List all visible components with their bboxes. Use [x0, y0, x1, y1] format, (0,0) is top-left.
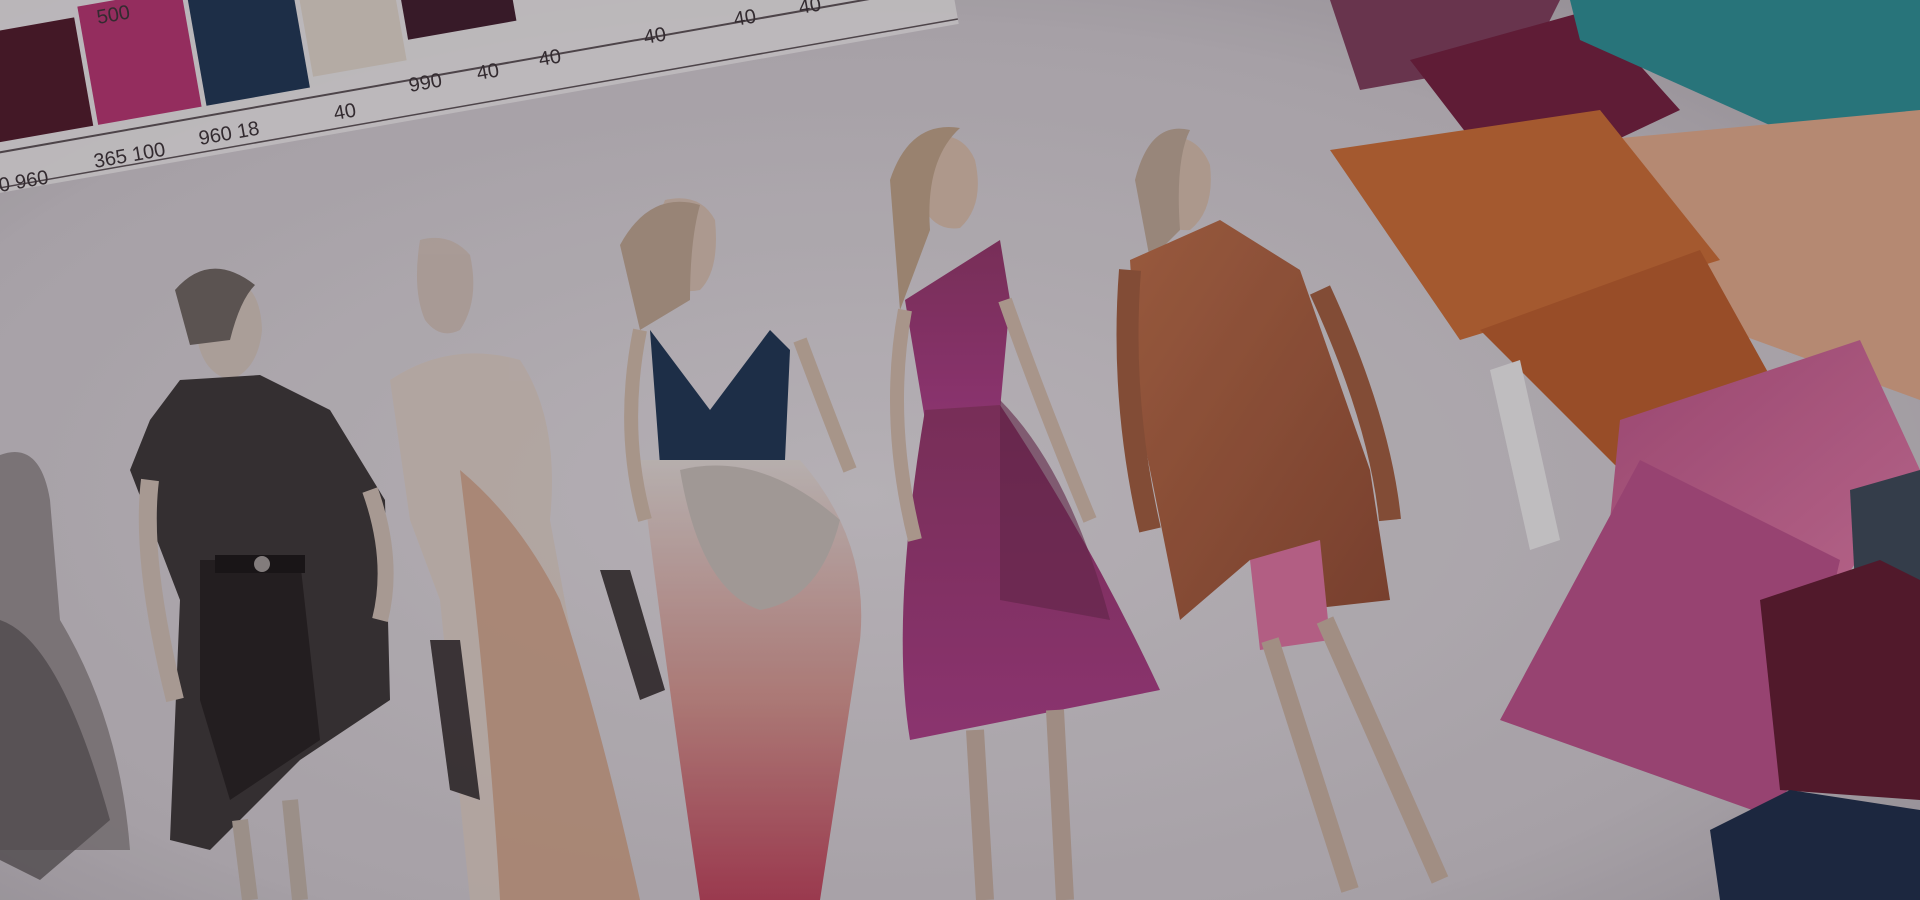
swatch-label: 40	[642, 23, 668, 49]
swatch-label: 40	[332, 99, 358, 125]
swatch-label: 40	[732, 5, 758, 31]
swatch-label: 40	[537, 45, 563, 71]
scene-canvas: 500 990 40 40 40 40 40 365 100 960 18 40…	[0, 0, 1920, 900]
swatch-label: 40	[475, 59, 501, 85]
swatch-pink	[77, 0, 202, 125]
colour-card-dark-wine	[1760, 560, 1920, 800]
fashion-sketch-scene: 500 990 40 40 40 40 40 365 100 960 18 40…	[0, 0, 1920, 900]
